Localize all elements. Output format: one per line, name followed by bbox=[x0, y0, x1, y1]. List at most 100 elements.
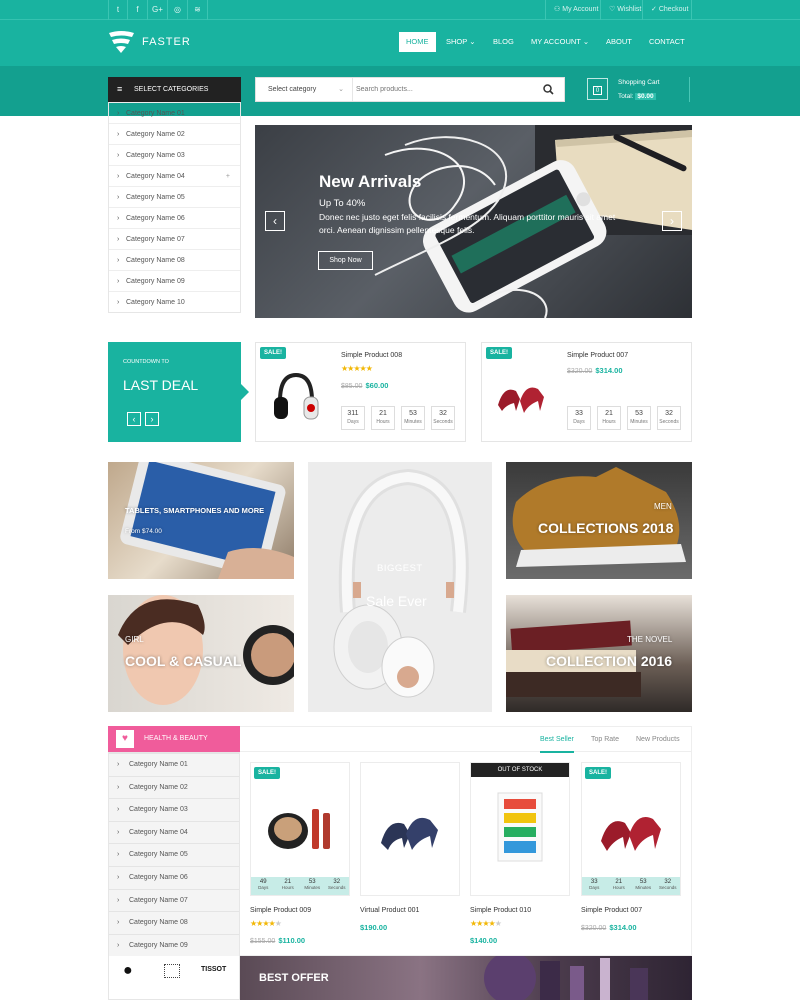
category-item[interactable]: Category Name 02 bbox=[109, 775, 239, 799]
nav-my-account-label: MY ACCOUNT bbox=[531, 37, 581, 46]
deal-prev-button[interactable]: ‹ bbox=[127, 412, 141, 426]
category-item[interactable]: Category Name 05 bbox=[109, 186, 240, 208]
countdown-unit: Seconds bbox=[433, 419, 453, 425]
nav-home[interactable]: HOME bbox=[399, 32, 436, 52]
countdown-seconds: 32 Seconds bbox=[325, 877, 350, 895]
slider-next-button[interactable]: › bbox=[662, 211, 682, 231]
cart-icon[interactable]: 0 bbox=[587, 78, 608, 100]
category-item[interactable]: Category Name 06 bbox=[109, 865, 239, 889]
nav-my-account[interactable]: MY ACCOUNT ⌄ bbox=[531, 32, 589, 52]
countdown-minutes: 53 Minutes bbox=[627, 406, 651, 430]
category-item[interactable]: Category Name 07 bbox=[109, 888, 239, 912]
category-item[interactable]: Category Name 10 bbox=[109, 291, 240, 313]
countdown-value: 53 bbox=[635, 410, 643, 417]
wishlist-label: Wishlist bbox=[617, 6, 642, 13]
category-item[interactable]: Category Name 08 bbox=[109, 911, 239, 934]
novel-label: THE NOVEL bbox=[627, 635, 673, 644]
countdown-seconds: 32 Seconds bbox=[657, 406, 681, 430]
rss-icon[interactable]: ≋ bbox=[188, 0, 208, 20]
novel-banner[interactable]: THE NOVEL COLLECTION 2016 bbox=[506, 595, 692, 712]
countdown-unit: Hours bbox=[281, 885, 294, 890]
tablets-title: TABLETS, SMARTPHONES AND MORE bbox=[125, 506, 265, 515]
countdown-strip: 49 Days 21 Hours 53 Minutes 32 Seconds bbox=[251, 877, 349, 895]
category-item[interactable]: Category Name 03 bbox=[109, 798, 239, 821]
countdown-unit: Minutes bbox=[404, 419, 422, 425]
countdown-days: 33 Days bbox=[567, 406, 591, 430]
apple-logo-icon[interactable]: ● bbox=[123, 962, 133, 980]
nav-blog[interactable]: BLOG bbox=[493, 32, 514, 52]
plus-icon[interactable]: + bbox=[226, 166, 230, 187]
nav-contact[interactable]: CONTACT bbox=[649, 32, 685, 52]
category-item[interactable]: Category Name 06 bbox=[109, 207, 240, 229]
category-item[interactable]: Category Name 07 bbox=[109, 228, 240, 250]
shop-now-button[interactable]: Shop Now bbox=[318, 251, 373, 270]
red-heels-image bbox=[498, 387, 544, 413]
my-account-link[interactable]: ⚇ My Account bbox=[545, 0, 600, 20]
category-item[interactable]: Category Name 09 bbox=[109, 933, 239, 957]
instagram-icon[interactable]: ◎ bbox=[168, 0, 188, 20]
countdown-hours: 21 Hours bbox=[607, 877, 632, 895]
category-item[interactable]: Category Name 05 bbox=[109, 843, 239, 867]
countdown-unit: Hours bbox=[602, 419, 616, 425]
checkout-link[interactable]: ✓ Checkout bbox=[642, 0, 692, 20]
best-offer-title: BEST OFFER bbox=[259, 972, 329, 984]
tablet-image bbox=[120, 462, 294, 579]
product-card[interactable]: OUT OF STOCK bbox=[470, 762, 570, 896]
wishlist-link[interactable]: ♡ Wishlist bbox=[600, 0, 642, 20]
search-input[interactable] bbox=[356, 80, 526, 99]
tab-new-products[interactable]: New Products bbox=[636, 727, 680, 753]
countdown-unit: Minutes bbox=[630, 419, 648, 425]
cart-total[interactable]: Total: $0.00 bbox=[618, 93, 656, 100]
category-item[interactable]: Category Name 01 bbox=[109, 102, 240, 124]
brand-logo-icon[interactable] bbox=[108, 30, 135, 54]
countdown-strip: 33 Days 21 Hours 53 Minutes 32 Seconds bbox=[582, 877, 680, 895]
category-item[interactable]: Category Name 03 bbox=[109, 144, 240, 166]
google-plus-icon[interactable]: G+ bbox=[148, 0, 168, 20]
category-item[interactable]: Category Name 04 + bbox=[109, 165, 240, 187]
product-name[interactable]: Simple Product 007 bbox=[567, 352, 628, 359]
new-price: $60.00 bbox=[365, 381, 389, 390]
search-icon[interactable] bbox=[543, 84, 554, 95]
nav-shop[interactable]: SHOP ⌄ bbox=[446, 32, 476, 52]
category-item[interactable]: Category Name 01 bbox=[109, 753, 239, 776]
tab-top-rate[interactable]: Top Rate bbox=[591, 727, 619, 753]
girl-label: GIRL bbox=[125, 635, 144, 644]
category-item[interactable]: Category Name 08 bbox=[109, 249, 240, 271]
category-item[interactable]: Category Name 09 bbox=[109, 270, 240, 292]
countdown-value: 21 bbox=[605, 410, 613, 417]
girl-banner[interactable]: GIRL COOL & CASUAL bbox=[108, 595, 294, 712]
category-item[interactable]: Category Name 04 bbox=[109, 820, 239, 844]
facebook-icon[interactable]: f bbox=[128, 0, 148, 20]
product-card[interactable]: SALE! 33 Days 21 Hours 53 Minutes 32 Seconds bbox=[581, 762, 681, 896]
nav-about[interactable]: ABOUT bbox=[606, 32, 632, 52]
product-name[interactable]: Simple Product 008 bbox=[341, 352, 402, 359]
old-price: $85.00 bbox=[341, 383, 363, 390]
countdown-unit: Hours bbox=[612, 885, 625, 890]
product-name[interactable]: Simple Product 009 bbox=[250, 907, 311, 914]
best-offer-banner[interactable]: BEST OFFER bbox=[240, 956, 692, 1000]
chevron-down-icon: ⌄ bbox=[338, 86, 344, 93]
category-select[interactable]: Select category ⌄ bbox=[256, 78, 353, 101]
category-select-value: Select category bbox=[268, 86, 317, 93]
category-item[interactable]: Category Name 02 bbox=[109, 123, 240, 145]
slider-prev-button[interactable]: ‹ bbox=[265, 211, 285, 231]
countdown-value: 53 bbox=[409, 410, 417, 417]
tab-best-seller[interactable]: Best Seller bbox=[540, 727, 574, 753]
select-categories-header[interactable]: ≡ SELECT CATEGORIES bbox=[108, 77, 241, 102]
men-collection-banner[interactable]: MEN COLLECTIONS 2018 bbox=[506, 462, 692, 579]
nike-logo-icon[interactable] bbox=[164, 964, 180, 978]
tissot-logo-icon[interactable]: TISSOT bbox=[201, 966, 226, 973]
cart-label[interactable]: Shopping Cart bbox=[618, 79, 660, 86]
twitter-icon[interactable]: t bbox=[108, 0, 128, 20]
product-card[interactable]: SALE! 49 Days 21 Hours 53 Minutes 32 Seconds bbox=[250, 762, 350, 896]
deal-product-card[interactable]: SALE! Simple Product 008 ★★★★★ $85.00 $6… bbox=[255, 342, 466, 442]
deal-product-card[interactable]: SALE! Simple Product 007 $320.00 $314.00… bbox=[481, 342, 692, 442]
deal-next-button[interactable]: › bbox=[145, 412, 159, 426]
product-name[interactable]: Simple Product 010 bbox=[470, 907, 531, 914]
product-name[interactable]: Virtual Product 001 bbox=[360, 907, 419, 914]
biggest-sale-banner[interactable]: BIGGEST Sale Ever bbox=[308, 462, 492, 712]
health-beauty-header[interactable]: ♥ HEALTH & BEAUTY bbox=[108, 726, 240, 752]
product-card[interactable] bbox=[360, 762, 460, 896]
product-name[interactable]: Simple Product 007 bbox=[581, 907, 642, 914]
tablets-banner[interactable]: TABLETS, SMARTPHONES AND MORE From $74.0… bbox=[108, 462, 294, 579]
